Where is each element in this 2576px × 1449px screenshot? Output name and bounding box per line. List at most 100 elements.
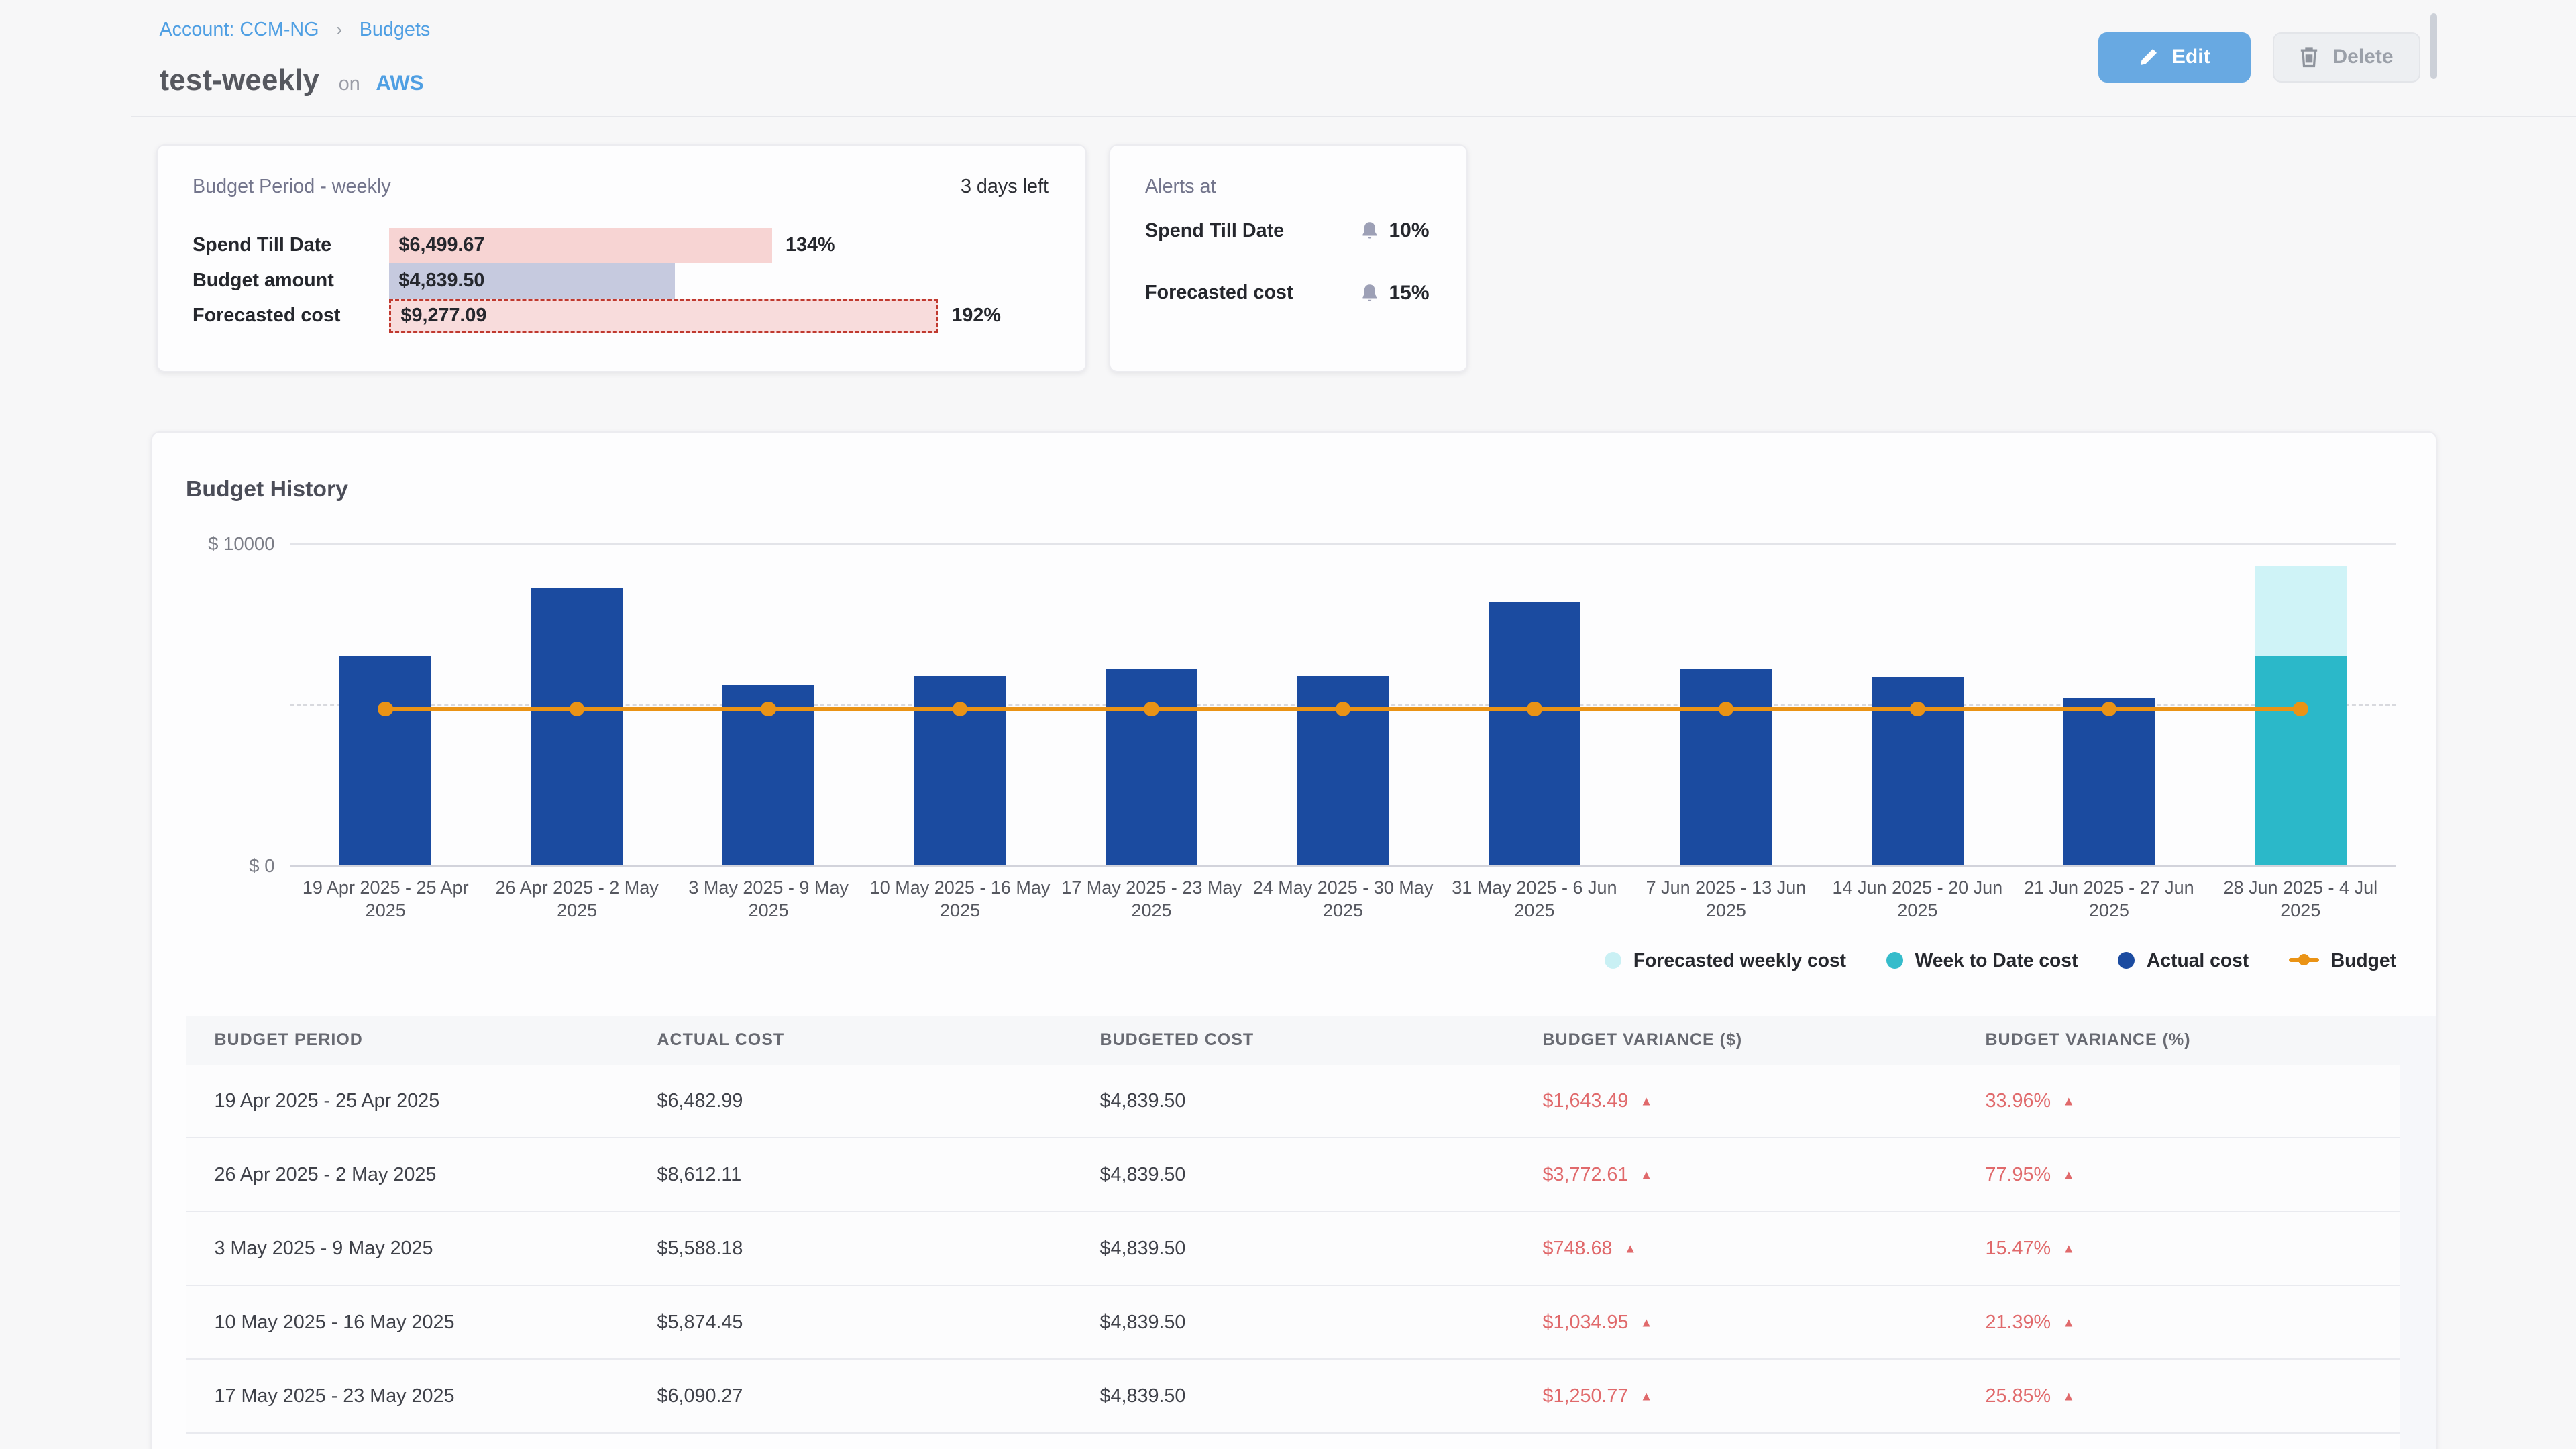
- cell-budgeted-cost: $4,839.50: [1071, 1238, 1514, 1260]
- title-connector: on: [339, 73, 360, 95]
- cell-actual-cost: $6,482.99: [629, 1090, 1071, 1112]
- chart-gridline: [290, 543, 2396, 545]
- cell-budget-variance-usd: $748.68▲: [1514, 1238, 1957, 1260]
- pencil-icon: [2139, 47, 2159, 67]
- cell-budget-variance-usd: $1,643.49▲: [1514, 1090, 1957, 1112]
- table-scrollbar-track[interactable]: [2400, 1016, 2436, 1449]
- legend-item[interactable]: Week to Date cost: [1886, 949, 2078, 971]
- cell-actual-cost: $8,612.11: [629, 1164, 1071, 1186]
- cell-budgeted-cost: $4,839.50: [1071, 1090, 1514, 1112]
- cell-actual-cost: $5,874.45: [629, 1311, 1071, 1334]
- x-axis-label: 26 Apr 2025 - 2 May 2025: [482, 877, 673, 922]
- cell-budget-period: 3 May 2025 - 9 May 2025: [186, 1238, 629, 1260]
- platform-label: AWS: [376, 71, 423, 95]
- x-axis-label: 3 May 2025 - 9 May 2025: [673, 877, 864, 922]
- x-axis-label: 7 Jun 2025 - 13 Jun 2025: [1630, 877, 1821, 922]
- legend-label: Forecasted weekly cost: [1633, 949, 1846, 971]
- variance-up-icon: ▲: [1624, 1241, 1637, 1256]
- table-row[interactable]: 19 Apr 2025 - 25 Apr 2025$6,482.99$4,839…: [186, 1065, 2400, 1138]
- cell-budget-period: 19 Apr 2025 - 25 Apr 2025: [186, 1090, 629, 1112]
- alerts-card: Alerts at Spend Till Date 10% Forecasted…: [1109, 144, 1468, 372]
- bell-icon: [1360, 283, 1379, 303]
- budget-period-rows: Spend Till Date$6,499.67134%Budget amoun…: [193, 228, 1069, 334]
- budget-period-row-value: $6,499.67: [399, 234, 485, 256]
- bar-actual-cost[interactable]: [1489, 602, 1581, 865]
- cell-budget-variance-usd: $3,772.61▲: [1514, 1164, 1957, 1186]
- breadcrumb-chevron-icon: ›: [336, 19, 342, 40]
- budget-period-card: Budget Period - weekly 3 days left Spend…: [156, 144, 1087, 372]
- cell-budgeted-cost: $4,839.50: [1071, 1311, 1514, 1334]
- cell-budget-variance-usd: $1,034.95▲: [1514, 1311, 1957, 1334]
- alert-row-spend: Spend Till Date 10%: [1145, 219, 1430, 242]
- x-axis-label: 17 May 2025 - 23 May 2025: [1056, 877, 1247, 922]
- table-row[interactable]: 3 May 2025 - 9 May 2025$5,588.18$4,839.5…: [186, 1212, 2400, 1286]
- variance-up-icon: ▲: [2063, 1389, 2076, 1403]
- alert-label: Spend Till Date: [1145, 220, 1284, 242]
- cell-budget-period: 26 Apr 2025 - 2 May 2025: [186, 1164, 629, 1186]
- chart-gridline: [290, 865, 2396, 867]
- edit-button[interactable]: Edit: [2098, 32, 2251, 83]
- x-axis-label: 19 Apr 2025 - 25 Apr 2025: [290, 877, 481, 922]
- variance-up-icon: ▲: [1640, 1389, 1653, 1403]
- budget-line-point[interactable]: [1910, 702, 1925, 717]
- bar-week-to-date-cost[interactable]: [2255, 656, 2347, 865]
- cell-actual-cost: $5,588.18: [629, 1238, 1071, 1260]
- table-row[interactable]: 10 May 2025 - 16 May 2025$5,874.45$4,839…: [186, 1286, 2400, 1360]
- budget-history-card: Budget History $ 10000 $ 0 19 Apr 2025 -…: [151, 431, 2437, 1449]
- table-row[interactable]: 17 May 2025 - 23 May 2025$6,090.27$4,839…: [186, 1360, 2400, 1434]
- bar-actual-cost[interactable]: [2063, 698, 2155, 865]
- budget-period-row-pct: 134%: [786, 234, 835, 256]
- page-scrollbar-thumb[interactable]: [2430, 13, 2437, 79]
- budget-period-card-title: Budget Period - weekly: [193, 176, 391, 198]
- legend-item[interactable]: Actual cost: [2118, 949, 2249, 971]
- table-header-cell: BUDGETED COST: [1071, 1030, 1514, 1050]
- cell-budget-variance-pct: 33.96%▲: [1957, 1090, 2400, 1112]
- budget-period-row-bar: $4,839.50: [389, 263, 676, 299]
- budget-period-row: Forecasted cost$9,277.09192%: [193, 299, 1069, 334]
- table-header-cell: BUDGET VARIANCE ($): [1514, 1030, 1957, 1050]
- cell-budget-variance-pct: 21.39%▲: [1957, 1311, 2400, 1334]
- legend-item[interactable]: Budget: [2289, 949, 2396, 971]
- title-row: test-weekly on AWS: [160, 64, 424, 97]
- cell-budgeted-cost: $4,839.50: [1071, 1164, 1514, 1186]
- budget-line-point[interactable]: [1144, 702, 1159, 717]
- x-axis-label: 21 Jun 2025 - 27 Jun 2025: [2013, 877, 2204, 922]
- cell-budgeted-cost: $4,839.50: [1071, 1385, 1514, 1407]
- legend-line-marker: [2289, 958, 2319, 962]
- bar-actual-cost[interactable]: [339, 656, 432, 865]
- cell-budget-variance-pct: 15.47%▲: [1957, 1238, 2400, 1260]
- budget-period-row-value: $4,839.50: [399, 270, 485, 292]
- trash-icon: [2299, 46, 2319, 68]
- delete-button[interactable]: Delete: [2273, 32, 2420, 83]
- table-row[interactable]: 26 Apr 2025 - 2 May 2025$8,612.11$4,839.…: [186, 1138, 2400, 1212]
- budget-line-point[interactable]: [2293, 702, 2308, 717]
- legend-dot-marker: [2118, 952, 2135, 969]
- page-title: test-weekly: [160, 64, 320, 97]
- budget-history-plot: [290, 543, 2396, 865]
- x-axis-label: 31 May 2025 - 6 Jun 2025: [1439, 877, 1630, 922]
- breadcrumb: Account: CCM-NG › Budgets: [160, 19, 431, 41]
- y-axis-tick-bottom: $ 0: [166, 855, 275, 877]
- cell-budget-period: 10 May 2025 - 16 May 2025: [186, 1311, 629, 1334]
- budget-period-row-bar: $6,499.67: [389, 228, 773, 264]
- x-axis-labels: 19 Apr 2025 - 25 Apr 202526 Apr 2025 - 2…: [290, 877, 2396, 930]
- table-header-cell: BUDGET VARIANCE (%): [1957, 1030, 2400, 1050]
- bell-icon: [1360, 221, 1379, 241]
- legend-dot-marker: [1605, 952, 1621, 969]
- alert-label: Forecasted cost: [1145, 282, 1293, 304]
- legend-label: Actual cost: [2147, 949, 2249, 971]
- budget-line-point[interactable]: [1527, 702, 1542, 717]
- budget-detail-page: Account: CCM-NG › Budgets test-weekly on…: [0, 0, 2576, 1449]
- header-divider: [131, 116, 2576, 118]
- bar-actual-cost[interactable]: [1680, 669, 1772, 865]
- bar-actual-cost[interactable]: [531, 588, 623, 865]
- cell-budget-variance-pct: 25.85%▲: [1957, 1385, 2400, 1407]
- breadcrumb-budgets-link[interactable]: Budgets: [360, 19, 431, 40]
- budget-period-row: Spend Till Date$6,499.67134%: [193, 228, 1069, 264]
- days-left-label: 3 days left: [961, 176, 1049, 198]
- bar-actual-cost[interactable]: [1106, 669, 1198, 865]
- breadcrumb-account-link[interactable]: Account: CCM-NG: [160, 19, 319, 40]
- budget-period-row-label: Forecasted cost: [193, 305, 389, 327]
- legend-item[interactable]: Forecasted weekly cost: [1605, 949, 1846, 971]
- legend-label: Budget: [2331, 949, 2396, 971]
